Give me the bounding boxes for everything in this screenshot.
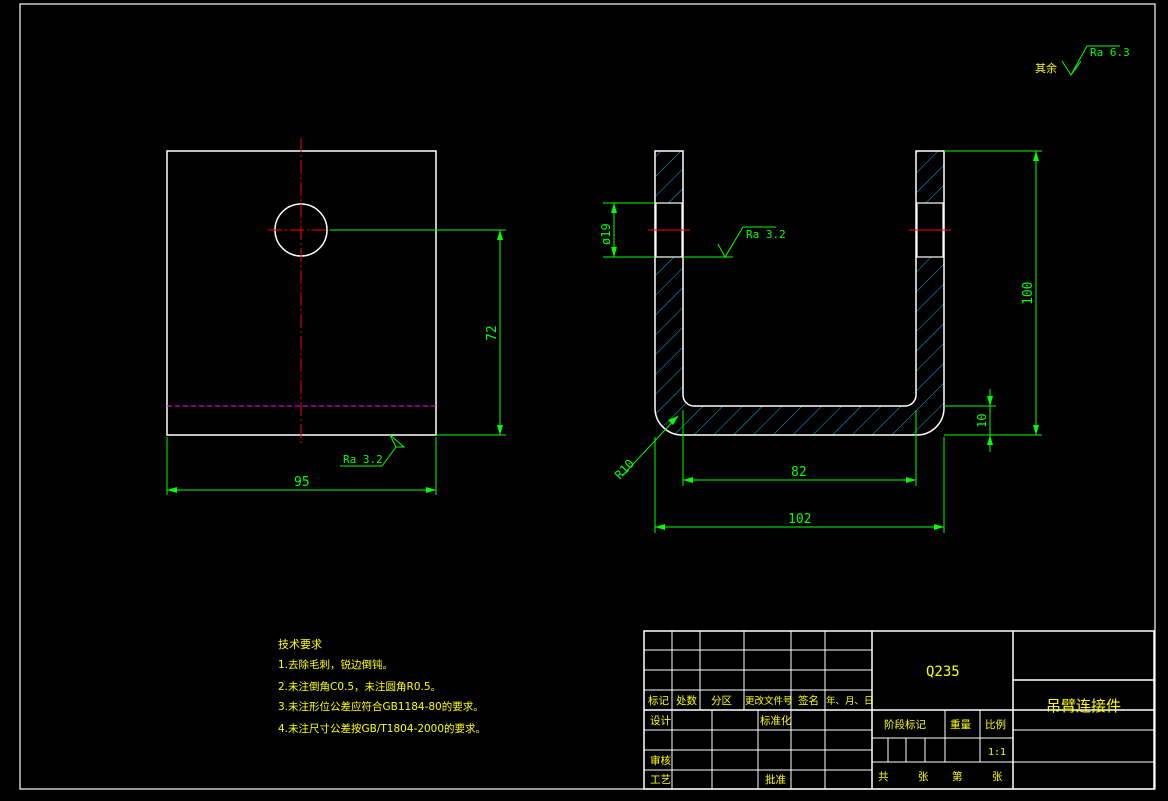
dim-arrow-outer-right xyxy=(934,524,944,530)
label-design: 设计 xyxy=(650,714,671,727)
rev-header-zone: 分区 xyxy=(711,695,732,707)
tech-requirements-title: 技术要求 xyxy=(278,638,322,651)
dim-bend-radius: R10 xyxy=(612,457,637,482)
dim-inner-width: 82 xyxy=(791,465,807,480)
label-review: 审核 xyxy=(650,754,671,767)
rev-header-sign: 签名 xyxy=(798,694,819,707)
u-channel-section xyxy=(654,150,945,436)
rev-header-mark: 标记 xyxy=(648,695,669,707)
tech-requirement-item: 4.未注尺寸公差按GB/T1804-2000的要求。 xyxy=(278,722,486,735)
general-surface-finish: 其余 Ra 6.3 xyxy=(1035,45,1130,76)
dim-arrow-hole-bottom xyxy=(611,247,617,257)
dim-front-width: 95 xyxy=(294,475,310,490)
label-sheet-unit-1: 张 xyxy=(918,771,929,783)
dim-arrow-inner-left xyxy=(683,477,693,483)
dim-arrow-height-top xyxy=(1033,151,1039,161)
dim-arrow-inner-right xyxy=(906,477,916,483)
label-scale: 比例 xyxy=(985,718,1006,731)
dim-outer-width: 102 xyxy=(788,512,811,527)
dim-arrow-bottom xyxy=(497,425,503,435)
dim-total-height: 100 xyxy=(1021,282,1036,305)
label-sheet-no: 第 xyxy=(952,770,963,783)
label-process: 工艺 xyxy=(650,774,671,786)
label-stage-mark: 阶段标记 xyxy=(884,718,926,731)
dim-arrow-right xyxy=(426,487,436,493)
label-approve: 批准 xyxy=(765,773,786,786)
rev-header-docno: 更改文件号 xyxy=(745,695,793,707)
tech-requirement-item: 1.去除毛刺，锐边倒钝。 xyxy=(278,658,393,671)
dim-hole-height: 72 xyxy=(485,325,500,341)
front-view: 95 72 Ra 3.2 xyxy=(166,138,506,495)
dim-arrow-thick-bottom xyxy=(987,435,993,445)
general-finish-value: Ra 6.3 xyxy=(1090,46,1130,59)
drawing-border xyxy=(19,3,1156,790)
bottom-finish-value: Ra 3.2 xyxy=(343,453,383,466)
tech-requirement-item: 2.未注倒角C0.5，未注圆角R0.5。 xyxy=(278,680,441,693)
section-view: ø19 Ra 3.2 100 10 82 102 R10 xyxy=(599,150,1042,533)
label-weight: 重量 xyxy=(950,718,971,731)
tech-requirement-item: 3.未注形位公差应符合GB1184-80的要求。 xyxy=(278,700,484,713)
dim-arrow-left xyxy=(167,487,177,493)
general-finish-prefix: 其余 xyxy=(1035,61,1057,75)
label-sheet-unit-2: 张 xyxy=(992,771,1003,783)
label-sheet-total: 共 xyxy=(878,771,889,783)
dim-arrow-outer-left xyxy=(655,524,665,530)
cad-drawing: 其余 Ra 6.3 95 72 Ra 3.2 ø19 Ra 3.2 100 10… xyxy=(19,3,1156,790)
dim-arrow-thick-top xyxy=(987,396,993,406)
dim-hole-diameter: ø19 xyxy=(599,223,613,245)
dim-arrow-top xyxy=(497,230,503,240)
scale-value: 1:1 xyxy=(988,747,1006,758)
title-block-text: 标记 处数 分区 更改文件号 签名 年、月、日 设计 标准化 审核 工艺 批准 … xyxy=(648,664,1121,786)
hole-finish-value: Ra 3.2 xyxy=(746,228,786,241)
part-name: 吊臂连接件 xyxy=(1046,697,1121,715)
dim-arrow-hole-top xyxy=(611,203,617,213)
dim-arrow-height-bottom xyxy=(1033,425,1039,435)
label-standardize: 标准化 xyxy=(760,714,792,727)
dim-base-thickness: 10 xyxy=(975,414,989,428)
rev-header-count: 处数 xyxy=(676,694,697,707)
material: Q235 xyxy=(926,664,960,680)
tech-requirements: 技术要求 1.去除毛刺，锐边倒钝。 2.未注倒角C0.5，未注圆角R0.5。 3… xyxy=(278,638,486,735)
rev-header-date: 年、月、日 xyxy=(826,695,874,707)
